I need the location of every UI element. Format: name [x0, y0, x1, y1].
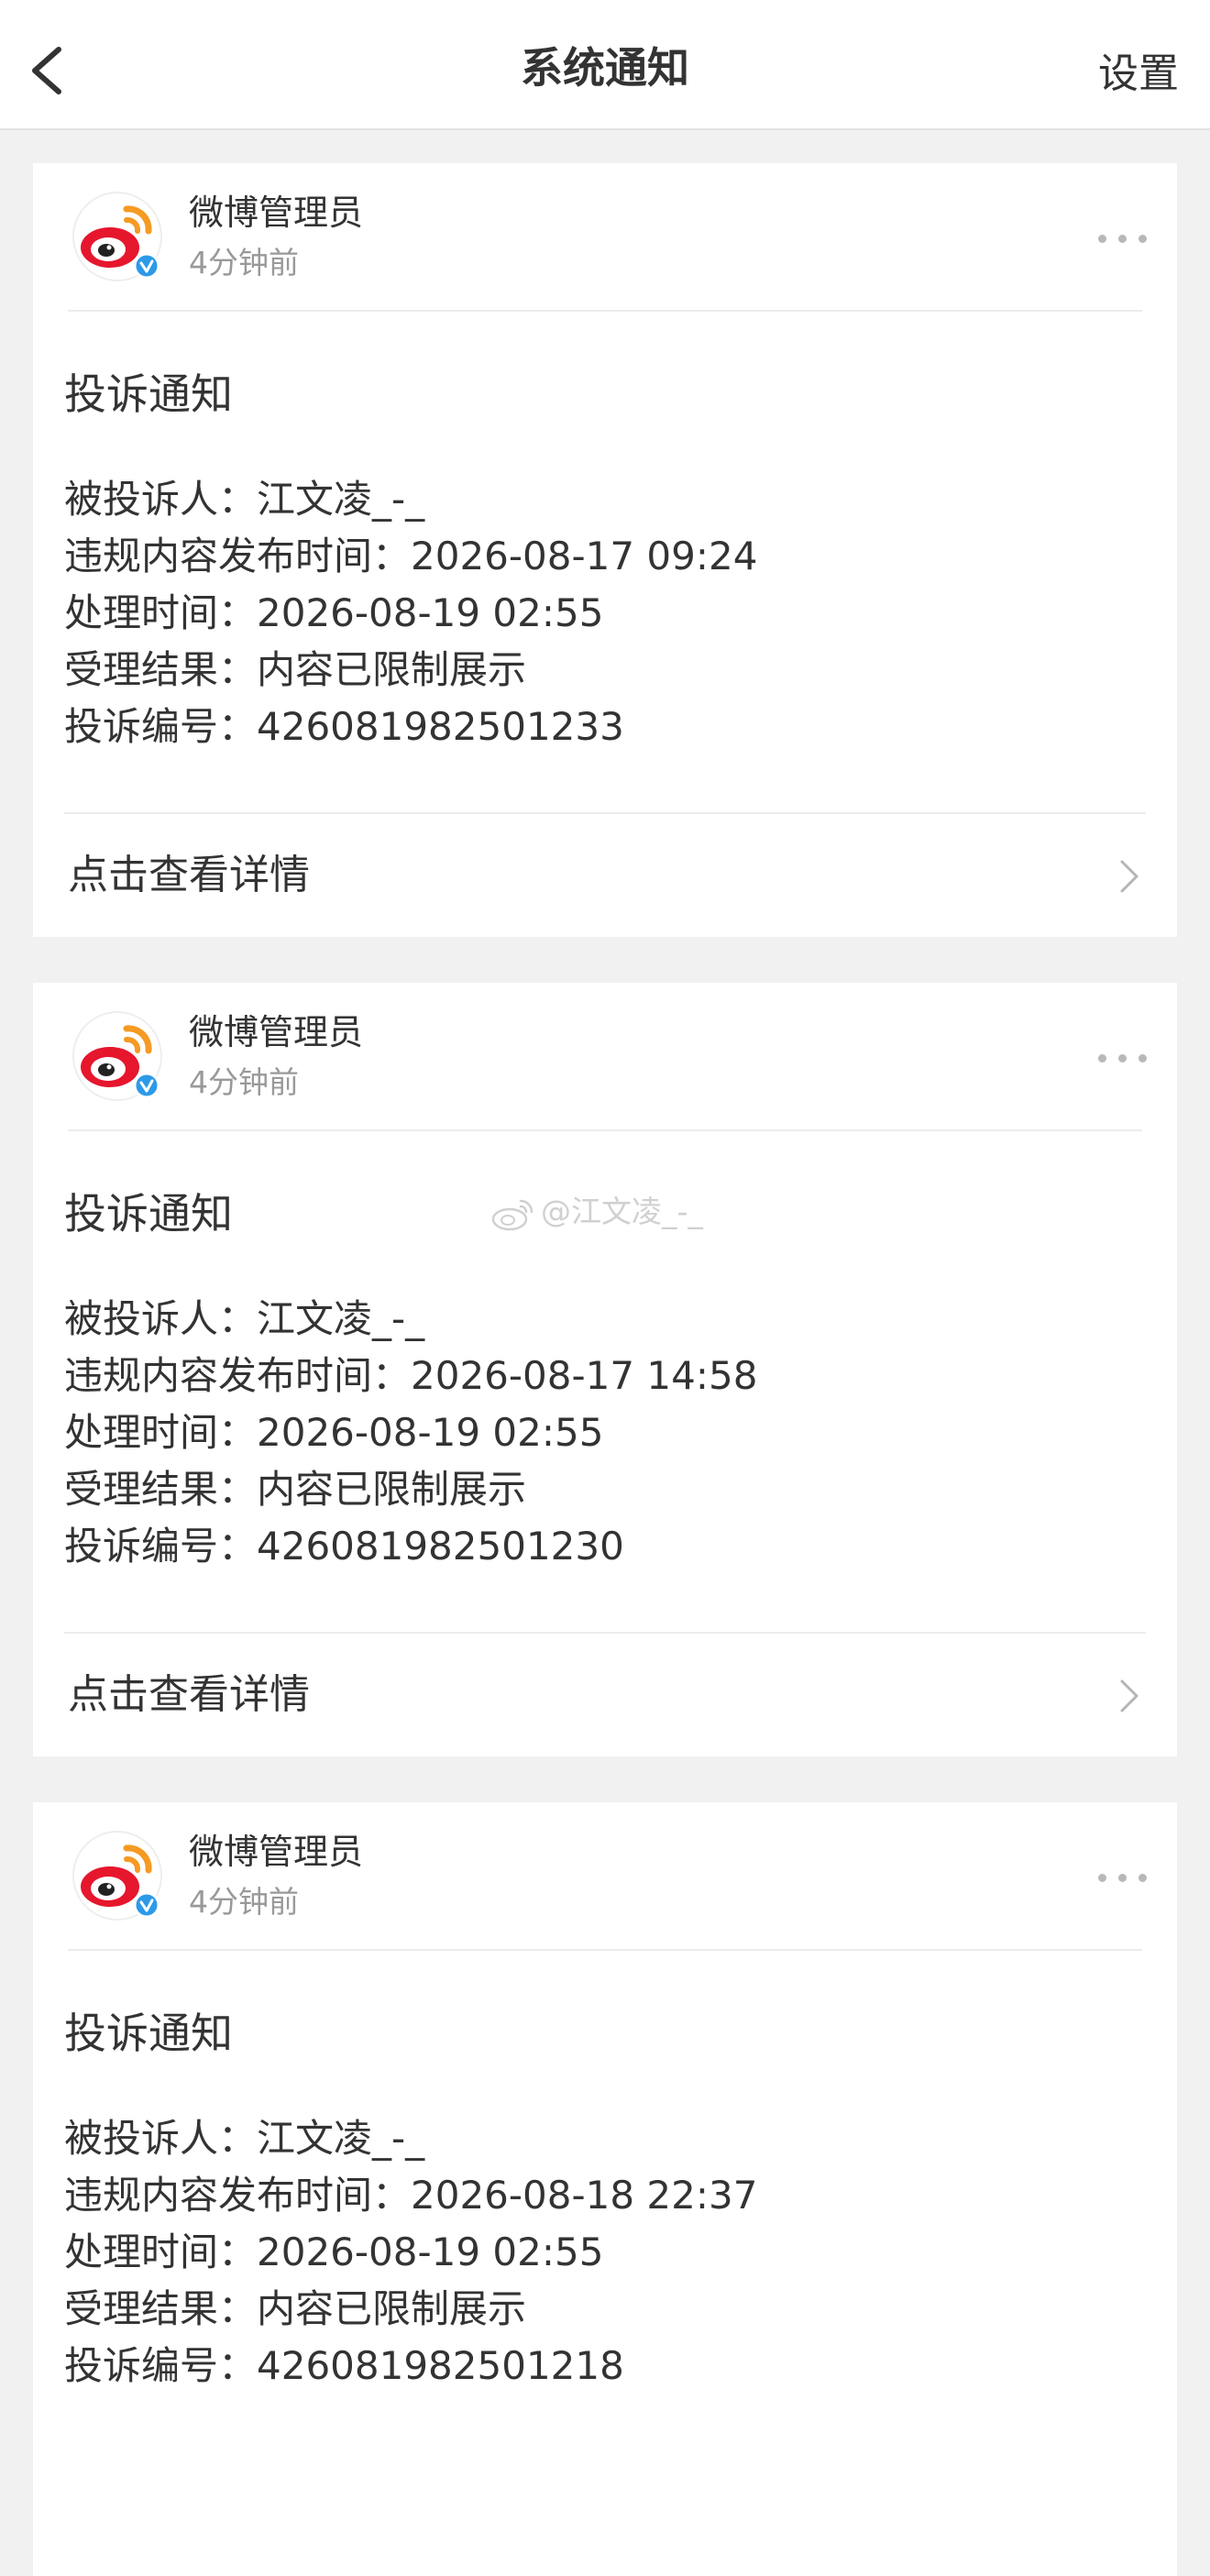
sender-name[interactable]: 微博管理员: [189, 1828, 363, 1876]
weibo-logo-icon: [72, 192, 162, 281]
result-line: 受理结果：内容已限制展示: [64, 2286, 527, 2331]
result-line: 受理结果：内容已限制展示: [64, 1467, 527, 1512]
view-details-link[interactable]: 点击查看详情: [33, 816, 1177, 937]
weibo-watermark-icon: [491, 1199, 534, 1230]
notification-card: 微博管理员 4分钟前 投诉通知 被投诉人：江文凌_-_ 违规内容发布时间：202…: [33, 983, 1177, 1756]
process-time-line: 处理时间：2026-08-19 02:55: [64, 1410, 604, 1455]
watermark: @江文凌_-_: [490, 1186, 703, 1238]
notification-card: 微博管理员 4分钟前 投诉通知 被投诉人：江文凌_-_ 违规内容发布时间：202…: [33, 163, 1177, 937]
ellipsis-icon: [1098, 235, 1106, 243]
publish-time-line: 违规内容发布时间：2026-08-17 09:24: [64, 534, 758, 578]
avatar[interactable]: [72, 191, 163, 282]
respondent-line: 被投诉人：江文凌_-_: [64, 1296, 425, 1341]
notice-title: 投诉通知: [64, 369, 233, 419]
timestamp: 4分钟前: [189, 245, 299, 281]
complaint-id-line: 投诉编号：426081982501230: [64, 1524, 624, 1569]
more-options-button[interactable]: [1096, 1049, 1150, 1067]
more-options-button[interactable]: [1096, 229, 1150, 248]
chevron-right-icon: [1120, 860, 1138, 893]
divider: [68, 1949, 1142, 1951]
notice-title: 投诉通知: [64, 2009, 233, 2058]
sender-name[interactable]: 微博管理员: [189, 1008, 363, 1056]
respondent-line: 被投诉人：江文凌_-_: [64, 2116, 425, 2161]
verified-badge-icon: [133, 1891, 160, 1919]
weibo-logo-icon: [72, 1011, 162, 1101]
complaint-id-line: 投诉编号：426081982501218: [64, 2343, 624, 2388]
divider: [68, 310, 1142, 312]
ellipsis-icon: [1098, 1054, 1106, 1062]
process-time-line: 处理时间：2026-08-19 02:55: [64, 590, 604, 635]
divider: [68, 1129, 1142, 1131]
view-details-label: 点击查看详情: [68, 852, 310, 898]
timestamp: 4分钟前: [189, 1884, 299, 1920]
verified-badge-icon: [133, 1072, 160, 1099]
page-title: 系统通知: [521, 43, 689, 93]
respondent-line: 被投诉人：江文凌_-_: [64, 477, 425, 522]
ellipsis-icon: [1098, 1874, 1106, 1882]
publish-time-line: 违规内容发布时间：2026-08-17 14:58: [64, 1353, 758, 1398]
chevron-right-icon: [1120, 1679, 1138, 1712]
weibo-logo-icon: [72, 1831, 162, 1921]
complaint-id-line: 投诉编号：426081982501233: [64, 704, 624, 749]
notice-title: 投诉通知: [64, 1189, 233, 1238]
view-details-link[interactable]: 点击查看详情: [33, 1635, 1177, 1756]
divider: [64, 1632, 1146, 1634]
publish-time-line: 违规内容发布时间：2026-08-18 22:37: [64, 2173, 758, 2218]
timestamp: 4分钟前: [189, 1064, 299, 1100]
verified-badge-icon: [133, 252, 160, 280]
notification-card: 微博管理员 4分钟前 投诉通知 被投诉人：江文凌_-_ 违规内容发布时间：202…: [33, 1802, 1177, 2576]
watermark-text: @江文凌_-_: [541, 1194, 703, 1229]
settings-button[interactable]: 设置: [1098, 46, 1179, 103]
sender-name[interactable]: 微博管理员: [189, 189, 363, 237]
divider: [64, 812, 1146, 814]
process-time-line: 处理时间：2026-08-19 02:55: [64, 2229, 604, 2274]
avatar[interactable]: [72, 1830, 163, 1921]
nav-bar: 系统通知 设置: [0, 0, 1210, 130]
avatar[interactable]: [72, 1010, 163, 1102]
more-options-button[interactable]: [1096, 1868, 1150, 1887]
view-details-label: 点击查看详情: [68, 1671, 310, 1718]
result-line: 受理结果：内容已限制展示: [64, 647, 527, 692]
